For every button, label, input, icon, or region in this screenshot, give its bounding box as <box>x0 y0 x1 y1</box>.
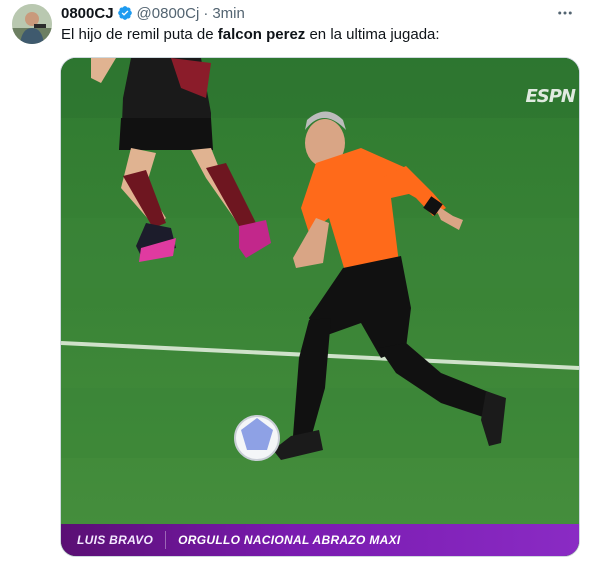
more-options-icon <box>558 11 572 15</box>
separator-dot: · <box>203 4 209 22</box>
more-options-button[interactable] <box>555 3 575 23</box>
user-handle[interactable]: @0800Cj <box>137 5 200 22</box>
tweet-text: El hijo de remil puta de falcon perez en… <box>61 25 581 45</box>
football <box>234 415 280 461</box>
timestamp[interactable]: 3min <box>212 5 245 22</box>
display-name[interactable]: 0800CJ <box>61 5 114 22</box>
football-scene-image <box>61 58 579 556</box>
network-logo: ESPN <box>525 86 576 107</box>
tweet-header: 0800CJ @0800Cj · 3min <box>61 3 581 23</box>
verified-badge-icon <box>117 5 133 21</box>
tweet[interactable]: 0800CJ @0800Cj · 3min El hijo de remil p… <box>0 0 593 565</box>
video-media[interactable]: ESPN LUIS BRAVO ORGULLO NACIONAL ABRAZO … <box>60 57 580 557</box>
tweet-text-bold: falcon perez <box>217 26 306 43</box>
lower-third-name: LUIS BRAVO <box>77 533 154 547</box>
avatar-photo-icon <box>12 4 52 44</box>
avatar[interactable] <box>12 4 52 44</box>
lower-third-headline: ORGULLO NACIONAL ABRAZO MAXI <box>178 533 401 547</box>
tweet-text-start: El hijo de remil puta de <box>61 26 218 43</box>
lower-third-banner: LUIS BRAVO ORGULLO NACIONAL ABRAZO MAXI <box>61 524 579 556</box>
tweet-text-end: en la ultima jugada: <box>305 26 440 43</box>
